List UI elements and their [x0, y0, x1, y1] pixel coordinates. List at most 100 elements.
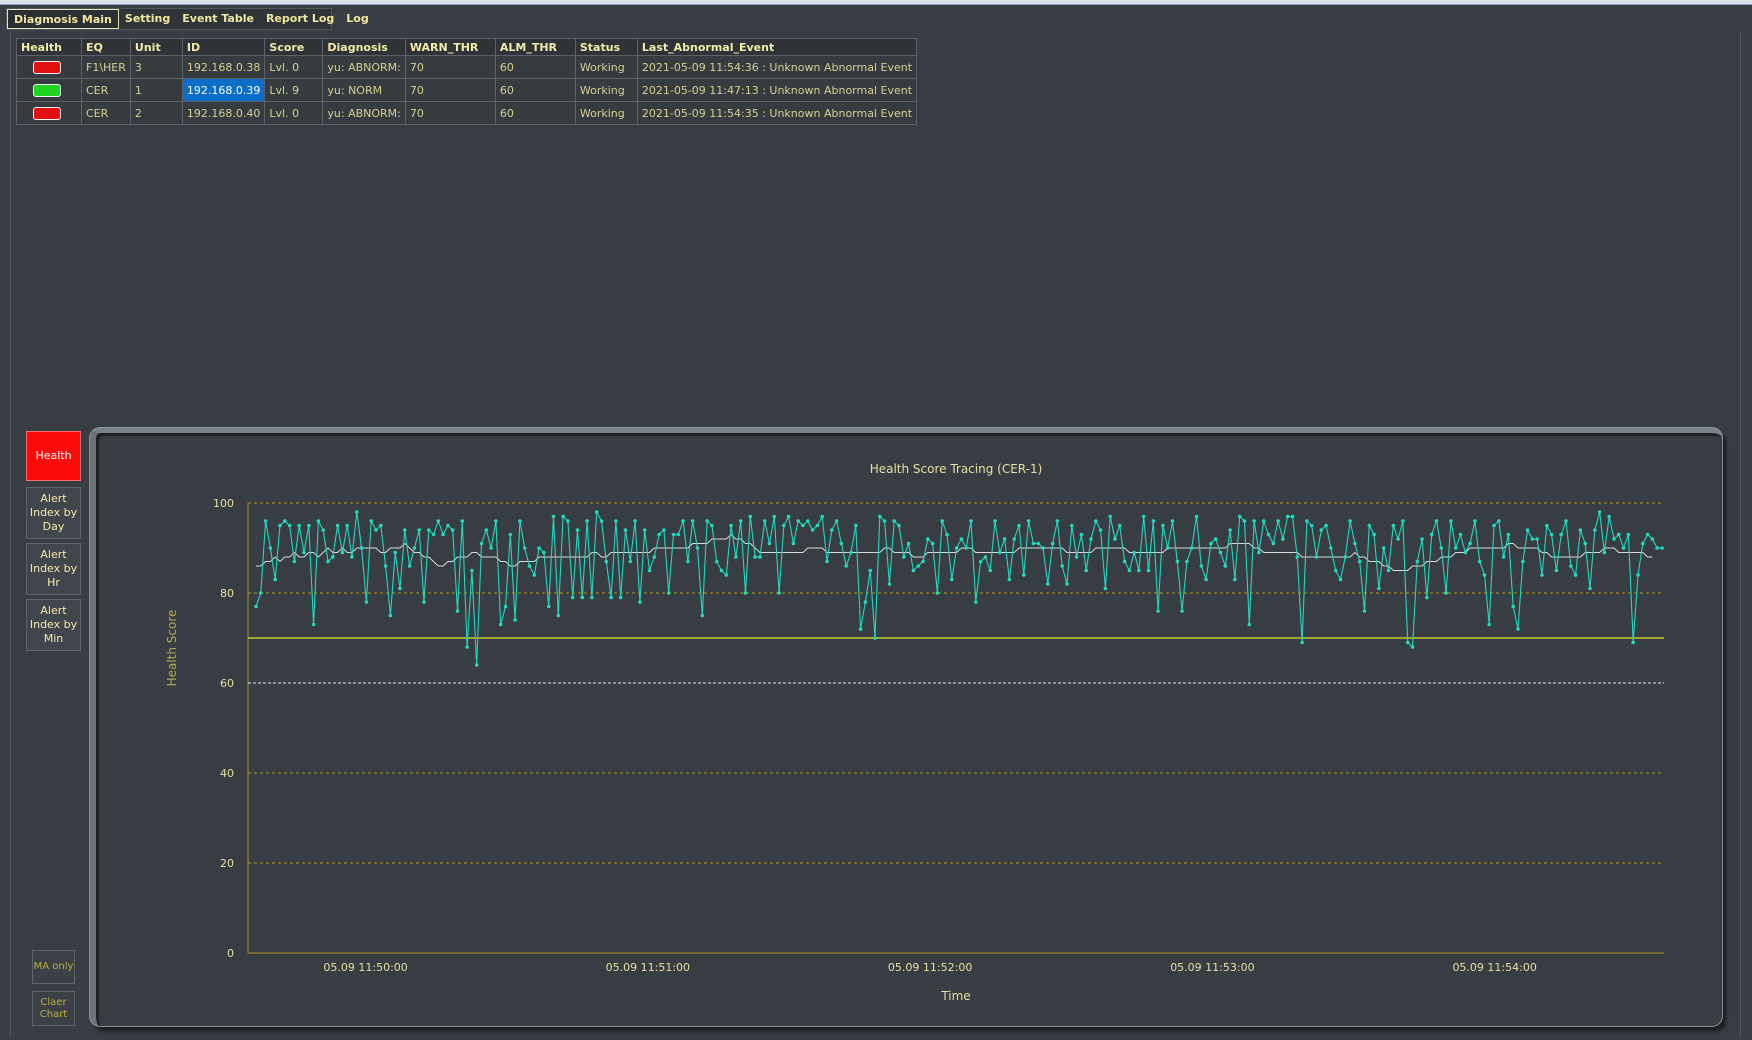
data-point	[1290, 514, 1295, 519]
tab-event-table[interactable]: Event Table	[176, 9, 260, 29]
data-point	[940, 519, 944, 523]
data-point	[604, 559, 609, 564]
data-point	[916, 564, 920, 568]
data-point	[1569, 564, 1573, 568]
data-point	[1237, 514, 1242, 519]
data-point	[983, 555, 988, 559]
col-header-last-abnormal-event[interactable]: Last_Abnormal_Event	[636, 38, 918, 56]
alert-index-by-hr-button[interactable]: Alert Index by Hr	[26, 543, 81, 595]
alert-index-by-day-button[interactable]: Alert Index by Day	[26, 487, 81, 539]
data-point	[988, 568, 992, 573]
y-tick-label: 60	[220, 677, 234, 690]
tab-diagnosis-main[interactable]: Diagmosis Main	[7, 9, 119, 29]
data-point	[1137, 568, 1141, 573]
data-point	[1468, 541, 1472, 546]
data-point	[1242, 519, 1247, 523]
id-cell: 192.168.0.40	[181, 101, 266, 125]
data-point	[1497, 519, 1501, 523]
data-point	[307, 523, 311, 528]
unit-cell: 2	[129, 101, 183, 125]
alert-index-by-min-button[interactable]: Alert Index by Min	[26, 599, 81, 651]
ma-only-button[interactable]: MA only	[32, 950, 75, 984]
data-point	[1185, 559, 1189, 564]
data-point	[398, 586, 402, 591]
col-header-score[interactable]: Score	[264, 38, 324, 56]
id-cell-selected[interactable]: 192.168.0.39	[181, 78, 266, 102]
health-score-chart[interactable]: Health Score Tracing (CER-1) Health Score…	[96, 433, 1718, 1021]
data-point	[1189, 546, 1194, 550]
y-tick-label: 40	[220, 767, 234, 780]
col-header-health[interactable]: Health	[16, 38, 82, 56]
data-point	[1151, 519, 1156, 523]
data-point	[1377, 586, 1381, 591]
alm-thr-cell: 60	[494, 55, 576, 79]
data-point	[1641, 541, 1645, 546]
data-point	[1535, 537, 1539, 541]
data-point	[1194, 514, 1199, 519]
data-point	[1564, 519, 1568, 523]
data-point	[878, 514, 882, 519]
data-point	[1405, 640, 1410, 645]
data-point	[734, 555, 738, 559]
data-point	[302, 550, 306, 555]
data-point	[1252, 519, 1256, 523]
score-cell: Lvl. 0	[264, 55, 324, 79]
warn-thr-cell: 70	[404, 101, 496, 125]
data-point	[614, 519, 618, 523]
data-point	[1300, 640, 1304, 645]
col-header-status[interactable]: Status	[574, 38, 638, 56]
data-point	[1046, 582, 1050, 586]
data-point	[1655, 546, 1659, 550]
data-point	[873, 636, 877, 640]
x-tick-label: 05.09 11:51:00	[606, 961, 690, 974]
data-point	[1540, 573, 1544, 577]
col-header-id[interactable]: ID	[181, 38, 266, 56]
health-button[interactable]: Health	[26, 431, 81, 481]
data-point	[335, 523, 340, 528]
data-point	[450, 528, 455, 532]
equipment-table: Health EQ Unit ID Score Diagnosis WARN_T…	[16, 38, 918, 125]
data-point	[1002, 537, 1007, 541]
clear-chart-button[interactable]: Claer Chart	[32, 991, 75, 1026]
data-point	[1113, 537, 1117, 541]
data-point	[1281, 537, 1285, 541]
data-point	[825, 559, 829, 564]
col-header-unit[interactable]: Unit	[129, 38, 183, 56]
tab-report-log[interactable]: Report Log	[260, 9, 340, 29]
data-point	[998, 550, 1002, 555]
tab-log[interactable]: Log	[340, 9, 374, 29]
score-cell: Lvl. 0	[264, 101, 324, 125]
col-header-warn-thr[interactable]: WARN_THR	[404, 38, 496, 56]
table-row[interactable]: F1\HER 3 192.168.0.38 Lvl. 0 yu: ABNORM:…	[16, 55, 918, 79]
data-point	[1636, 573, 1640, 577]
data-point	[316, 519, 321, 523]
col-header-diagnosis[interactable]: Diagnosis	[322, 38, 406, 56]
data-point	[762, 519, 767, 523]
data-point	[782, 523, 786, 528]
x-tick-label: 05.09 11:54:00	[1452, 961, 1536, 974]
diagnosis-cell: yu: ABNORM:	[322, 55, 406, 79]
data-point	[935, 591, 940, 595]
data-point	[1031, 541, 1036, 546]
data-point	[858, 627, 863, 631]
data-point	[950, 577, 954, 582]
data-point	[1573, 573, 1578, 577]
score-cell: Lvl. 9	[264, 78, 324, 102]
data-point	[1012, 537, 1016, 541]
tab-setting[interactable]: Setting	[119, 9, 176, 29]
data-point	[254, 604, 258, 609]
data-point	[1425, 595, 1429, 600]
chart-panel: Health Score Tracing (CER-1) Health Score…	[90, 428, 1722, 1026]
data-point	[431, 532, 436, 537]
table-row[interactable]: CER 1 192.168.0.39 Lvl. 9 yu: NORM 70 60…	[16, 78, 918, 102]
data-point	[753, 555, 757, 559]
col-header-alm-thr[interactable]: ALM_THR	[494, 38, 576, 56]
data-point	[1333, 568, 1338, 573]
table-row[interactable]: CER 2 192.168.0.40 Lvl. 0 yu: ABNORM: 70…	[16, 101, 918, 125]
data-point	[1156, 609, 1160, 613]
data-point	[1007, 577, 1012, 582]
data-point	[1626, 532, 1631, 537]
col-header-eq[interactable]: EQ	[81, 38, 131, 56]
data-point	[326, 559, 330, 564]
last-event-cell: 2021-05-09 11:54:35 : Unknown Abnormal E…	[636, 101, 918, 125]
